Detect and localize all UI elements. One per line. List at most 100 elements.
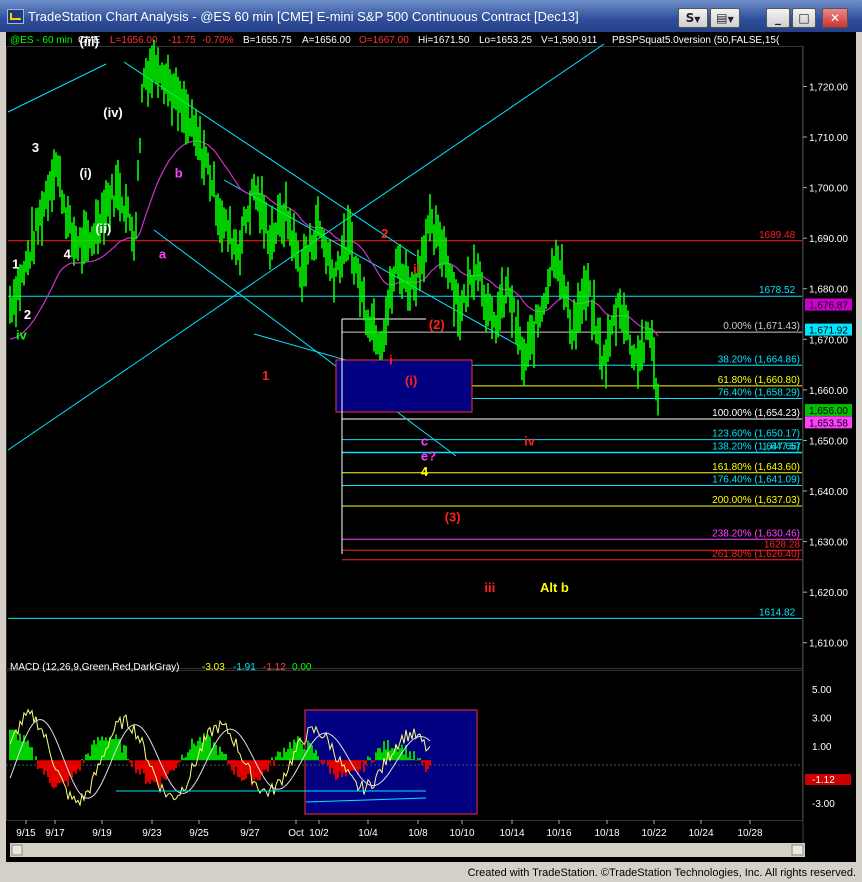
horizontal-level-label: 1614.82: [759, 607, 796, 618]
symbol-menu-button[interactable]: S▼: [678, 8, 708, 28]
wave-label: (iii): [79, 34, 99, 49]
window-titlebar: TradeStation Chart Analysis - @ES 60 min…: [0, 0, 862, 32]
date-tick-label: 10/28: [737, 828, 762, 839]
macd-legend: MACD (12,26,9,Green,Red,DarkGray) -3.03 …: [10, 662, 312, 673]
wave-label: ii: [413, 262, 420, 277]
wave-label: (i): [79, 165, 91, 180]
wave-label: 4: [421, 464, 429, 479]
options-menu-icon: ▤: [716, 11, 728, 25]
window-title: TradeStation Chart Analysis - @ES 60 min…: [28, 9, 579, 24]
target-box: [335, 359, 473, 413]
price-pane: [6, 46, 803, 669]
fib-level-label: 138.20% (1,647.66): [712, 441, 800, 452]
price-tick-label: 1,660.00: [809, 386, 848, 397]
wave-label: 4: [64, 246, 72, 261]
wave-label: iv: [524, 433, 536, 448]
macd-value-3: -1.12: [263, 662, 286, 673]
horizontal-level-label: 1689.48: [759, 230, 796, 241]
legend-low: Lo=1653.25: [479, 35, 533, 46]
minimize-button[interactable]: _: [766, 8, 790, 28]
macd-axis: 5.00 3.00 1.00 -3.00: [812, 685, 835, 810]
fib-level-label: 38.20% (1,664.86): [718, 354, 800, 365]
macd-value-tag-label: -1.12: [812, 775, 835, 786]
fib-level-label: 100.00% (1,654.23): [712, 408, 800, 419]
horizontal-level-label: 1678.52: [759, 285, 796, 296]
fib-level-label: 161.80% (1,643.60): [712, 462, 800, 473]
wave-label: (ii): [95, 221, 111, 236]
trendline: [7, 63, 107, 113]
fib-level-label: 123.60% (1,650.17): [712, 429, 800, 440]
price-tick-label: 1,700.00: [809, 184, 848, 195]
date-tick-label: 10/4: [358, 828, 378, 839]
wave-label: i: [389, 353, 393, 368]
maximize-button[interactable]: □: [792, 8, 816, 28]
wave-label: (2): [429, 317, 445, 332]
wave-label: 2: [381, 226, 388, 241]
price-chart[interactable]: @ES - 60 min CME L=1656.00 -11.75 -0.70%…: [6, 32, 856, 862]
price-legend: @ES - 60 min CME L=1656.00 -11.75 -0.70%…: [10, 35, 780, 46]
wave-label: c: [421, 433, 428, 448]
price-axis: 1,720.00 1,710.00 1,700.00 1,690.00 1,680.00…: [803, 82, 848, 650]
scroll-left-button[interactable]: [11, 844, 23, 856]
date-tick-label: 10/22: [641, 828, 666, 839]
horizontal-scrollbar[interactable]: [10, 843, 805, 857]
date-tick-label: 9/23: [142, 828, 162, 839]
status-bar: Created with TradeStation. ©TradeStation…: [0, 864, 862, 882]
wave-label: 1: [262, 368, 269, 383]
price-tick-label: 1,670.00: [809, 335, 848, 346]
wave-label: 2: [24, 307, 31, 322]
wave-label: (i): [405, 373, 417, 388]
legend-ask: A=1656.00: [302, 35, 351, 46]
close-icon: ✕: [829, 11, 841, 25]
price-tick-label: 1,710.00: [809, 133, 848, 144]
date-tick-label: 10/10: [449, 828, 474, 839]
price-tag-label: 1,653.58: [809, 418, 848, 429]
date-tick-label: 10/14: [499, 828, 524, 839]
date-axis: 9/15 9/17 9/19 9/23 9/25 9/27 Oct 10/2 10/4 10/8 1…: [16, 820, 763, 839]
price-tick-label: 1,720.00: [809, 82, 848, 93]
macd-value-1: -3.03: [202, 662, 225, 673]
date-tick-label: 10/16: [546, 828, 571, 839]
date-tick-label: 9/27: [240, 828, 260, 839]
date-tick-label: 9/25: [189, 828, 209, 839]
wave-label: (iv): [103, 105, 123, 120]
macd-value-2: -1.91: [233, 662, 256, 673]
fib-level-label: 0.00% (1,671.43): [723, 321, 800, 332]
wave-label: b: [175, 165, 183, 180]
fib-level-label: 176.40% (1,641.09): [712, 474, 800, 485]
copyright-text: Created with TradeStation. ©TradeStation…: [467, 867, 856, 879]
legend-change: -11.75: [168, 35, 196, 46]
date-tick-label: 9/17: [45, 828, 65, 839]
minimize-icon: _: [775, 11, 781, 25]
fib-level-label: 1628.28: [764, 539, 801, 550]
wave-label: iv: [16, 327, 28, 342]
legend-study: PBSPSquat5.0version (50,FALSE,15(: [612, 35, 780, 46]
maximize-icon: □: [798, 11, 810, 25]
legend-symbol: @ES - 60 min: [10, 35, 72, 46]
price-tag-label: 1,671.92: [809, 326, 848, 337]
legend-last: L=1656.00: [110, 35, 158, 46]
macd-tick-label: -3.00: [812, 799, 835, 810]
price-tag-label: 1,656.00: [809, 406, 848, 417]
date-tick-label: 10/24: [688, 828, 713, 839]
price-tick-label: 1,680.00: [809, 285, 848, 296]
price-tick-label: 1,650.00: [809, 436, 848, 447]
date-tick-label: 10/2: [309, 828, 329, 839]
legend-volume: V=1,590,911: [541, 35, 598, 46]
date-tick-label: Oct: [288, 828, 304, 839]
fib-level-label: 200.00% (1,637.03): [712, 495, 800, 506]
price-tags: 1,676.87 1,671.92 1,656.001,653.58: [805, 298, 852, 429]
price-tick-label: 1,690.00: [809, 234, 848, 245]
macd-tick-label: 1.00: [812, 742, 832, 753]
close-button[interactable]: ✕: [822, 8, 848, 28]
trendline: [153, 229, 457, 457]
macd-value-4: 0.00: [292, 662, 312, 673]
scroll-thumb[interactable]: [791, 844, 804, 856]
legend-high: Hi=1671.50: [418, 35, 470, 46]
price-tick-label: 1,640.00: [809, 487, 848, 498]
chart-window: @ES - 60 min CME L=1656.00 -11.75 -0.70%…: [6, 32, 856, 862]
price-tick-label: 1,610.00: [809, 639, 848, 650]
wave-label: 3: [32, 140, 39, 155]
legend-pct: -0.70%: [202, 35, 234, 46]
options-menu-button[interactable]: ▤▼: [710, 8, 740, 28]
